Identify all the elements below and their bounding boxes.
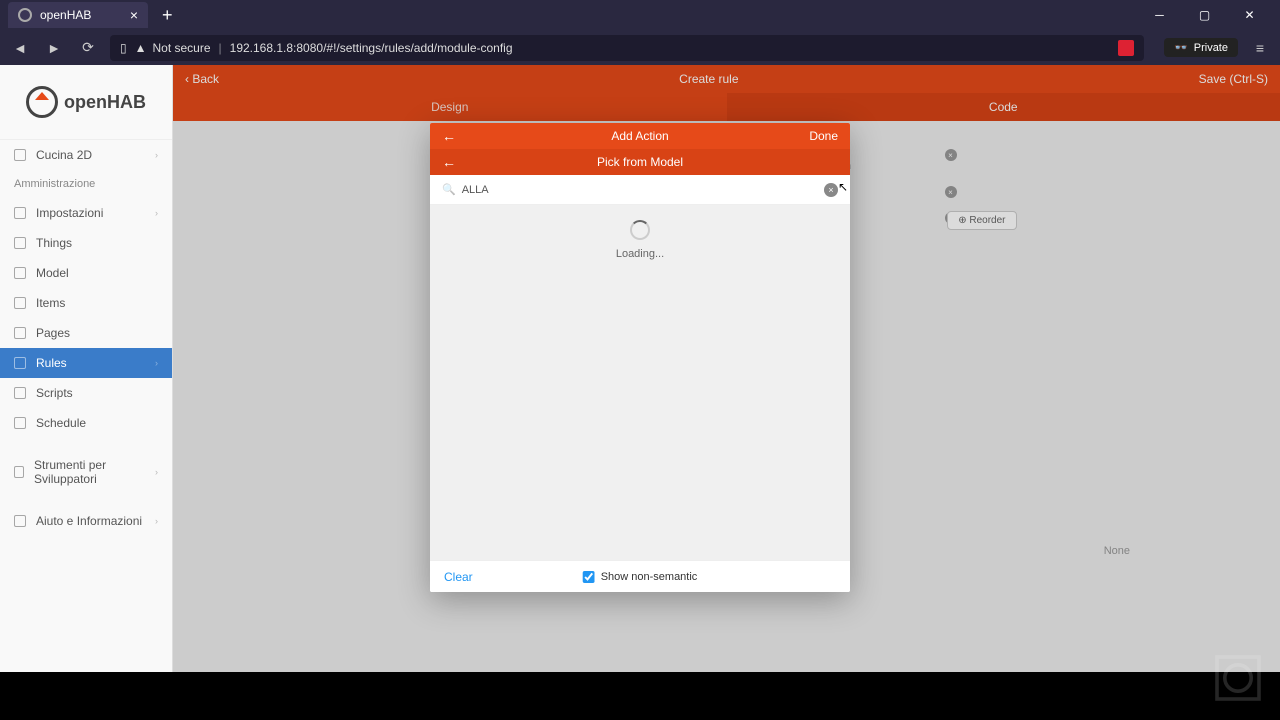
- url-text: 192.168.1.8:8080/#!/settings/rules/add/m…: [230, 41, 513, 55]
- browser-menu-icon[interactable]: ≡: [1248, 40, 1272, 56]
- chevron-right-icon: ›: [155, 516, 158, 526]
- search-input[interactable]: 🔍 ALLA ×: [430, 175, 850, 205]
- show-non-semantic-checkbox[interactable]: [583, 571, 595, 583]
- toggle-icon: [14, 297, 26, 309]
- spinner-icon: [630, 220, 650, 240]
- calendar-icon: [14, 417, 26, 429]
- glasses-icon: 👓: [1174, 41, 1188, 54]
- layers-icon: [14, 149, 26, 161]
- forward-icon[interactable]: ►: [42, 36, 66, 60]
- plug-icon: [14, 237, 26, 249]
- modal-title: Add Action: [611, 129, 668, 143]
- favicon: [18, 8, 32, 22]
- clear-button[interactable]: Clear: [444, 570, 473, 584]
- add-action-modal: ← Add Action Done ← Pick from Model 🔍 AL…: [430, 123, 850, 592]
- info-icon: [14, 515, 26, 527]
- insecure-icon: ▲: [135, 41, 147, 55]
- maximize-button[interactable]: ▢: [1182, 0, 1227, 30]
- doc-icon: [14, 387, 26, 399]
- modal-back-icon[interactable]: ←: [442, 154, 456, 170]
- close-window-button[interactable]: ✕: [1227, 0, 1272, 30]
- new-tab-button[interactable]: +: [156, 5, 179, 26]
- minimize-button[interactable]: ─: [1137, 0, 1182, 30]
- sidebar-item-rules[interactable]: Rules›: [0, 348, 172, 378]
- chevron-right-icon: ›: [155, 208, 158, 218]
- search-value: ALLA: [462, 184, 818, 196]
- sidebar-settings[interactable]: Impostazioni ›: [0, 198, 172, 228]
- sidebar-location[interactable]: Cucina 2D ›: [0, 140, 172, 170]
- sidebar-heading: Amministrazione: [0, 170, 172, 198]
- modal-subtitle: Pick from Model: [597, 155, 683, 169]
- slider-icon: [14, 357, 26, 369]
- reload-icon[interactable]: ⟳: [76, 36, 100, 60]
- bookmark-page-icon[interactable]: ▯: [120, 41, 127, 55]
- home-icon: [14, 267, 26, 279]
- sidebar-item-items[interactable]: Items: [0, 288, 172, 318]
- watermark-icon: [1208, 648, 1268, 708]
- app-logo: openHAB: [26, 86, 146, 118]
- loading-text: Loading...: [616, 248, 664, 260]
- chevron-right-icon: ›: [155, 358, 158, 368]
- tab-title: openHAB: [40, 8, 91, 22]
- done-button[interactable]: Done: [809, 129, 838, 143]
- chevron-right-icon: ›: [155, 150, 158, 160]
- gear-icon: [14, 207, 26, 219]
- browser-tab[interactable]: openHAB ×: [8, 2, 148, 28]
- show-non-semantic-label: Show non-semantic: [601, 571, 698, 583]
- sidebar: openHAB Cucina 2D › Amministrazione Impo…: [0, 65, 173, 720]
- address-bar[interactable]: ▯ ▲Not secure | 192.168.1.8:8080/#!/sett…: [110, 35, 1144, 61]
- sidebar-item-schedule[interactable]: Schedule: [0, 408, 172, 438]
- clear-search-icon[interactable]: ×: [824, 183, 838, 197]
- back-icon[interactable]: ◄: [8, 36, 32, 60]
- search-icon: 🔍: [442, 183, 456, 196]
- shield-icon[interactable]: [1118, 40, 1134, 56]
- sidebar-dev-tools[interactable]: Strumenti per Sviluppatori›: [0, 450, 172, 494]
- layout-icon: [14, 327, 26, 339]
- close-tab-icon[interactable]: ×: [130, 7, 138, 23]
- private-badge: 👓Private: [1164, 38, 1238, 57]
- sidebar-item-pages[interactable]: Pages: [0, 318, 172, 348]
- sidebar-item-scripts[interactable]: Scripts: [0, 378, 172, 408]
- sidebar-item-things[interactable]: Things: [0, 228, 172, 258]
- wrench-icon: [14, 466, 24, 478]
- security-text: Not secure: [153, 41, 211, 55]
- chevron-right-icon: ›: [155, 467, 158, 477]
- sidebar-help[interactable]: Aiuto e Informazioni›: [0, 506, 172, 536]
- modal-back-icon[interactable]: ←: [442, 128, 456, 144]
- sidebar-item-model[interactable]: Model: [0, 258, 172, 288]
